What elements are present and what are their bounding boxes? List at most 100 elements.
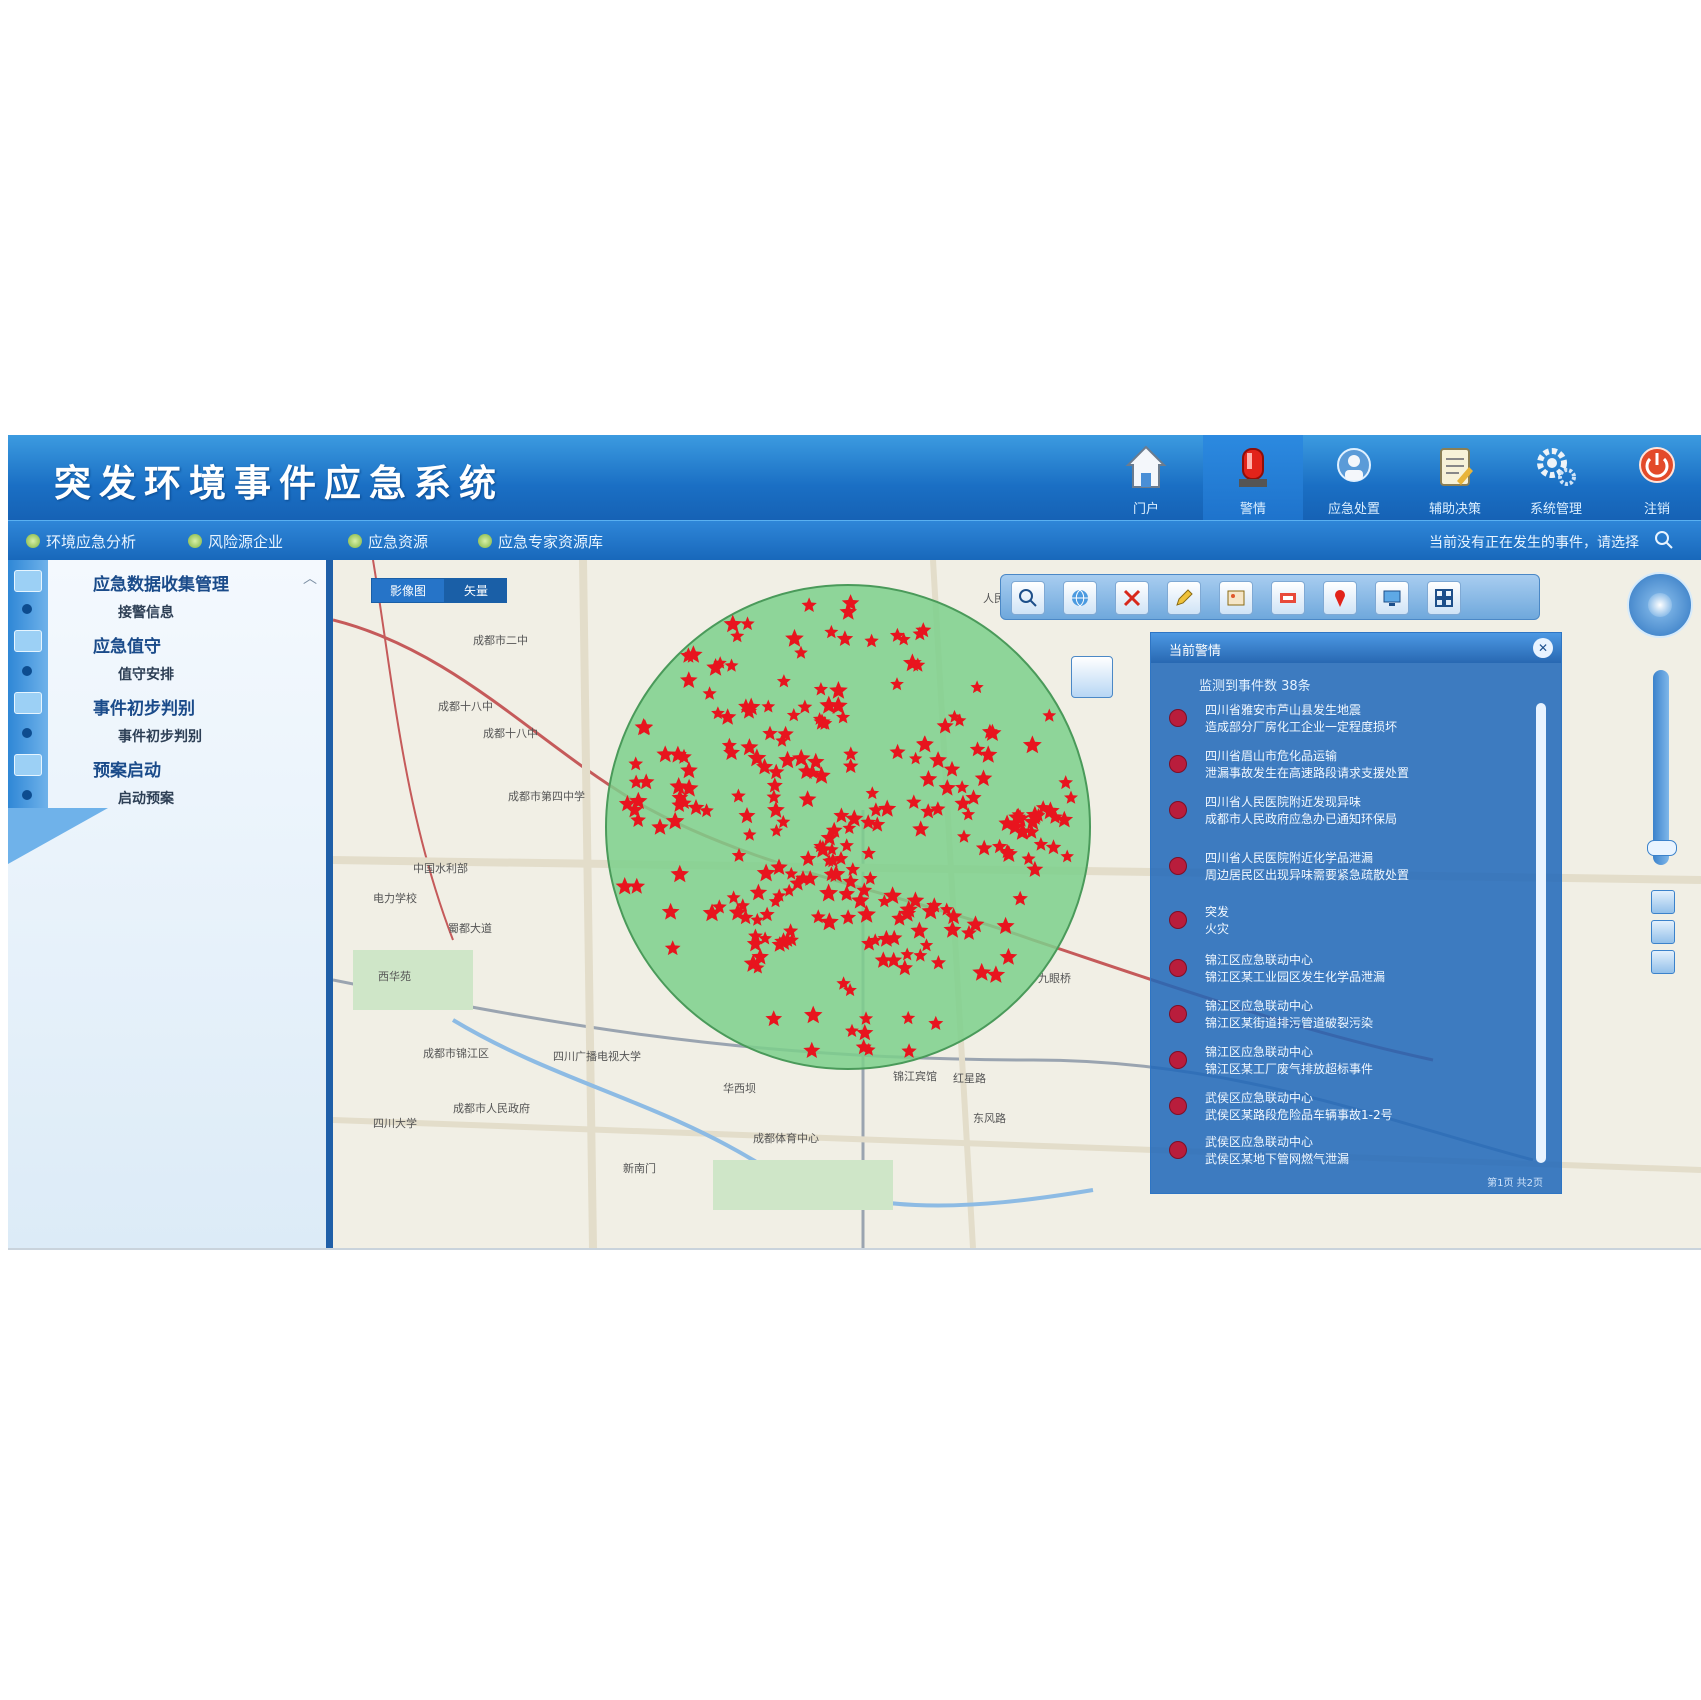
sub-toolbar: 环境应急分析 风险源企业 应急资源 应急专家资源库 当前没有正在发生的事件，请选…: [8, 520, 1701, 561]
zoom-minus-icon[interactable]: [1651, 950, 1675, 974]
power-icon: [1639, 447, 1675, 483]
bullet-icon: [22, 790, 32, 800]
alarm-info-panel: 当前警情 ✕ 监测到事件数 38条 四川省雅安市芦山县发生地震造成部分厂房化工企…: [1150, 632, 1562, 1194]
header-bar: 突发环境事件应急系统 门户 警情 应急处置 辅助决策 系统管理 注销: [8, 435, 1701, 520]
screen-tool[interactable]: [1375, 581, 1409, 615]
panel-title: 当前警情: [1169, 644, 1222, 659]
close-icon[interactable]: ✕: [1533, 638, 1553, 658]
collapse-arrow-icon[interactable]: ︿: [303, 568, 317, 588]
house-icon: [1125, 445, 1167, 488]
alarm-siren-icon: [1239, 448, 1267, 487]
event-title: 四川省人民医院附近化学品泄漏: [1205, 851, 1374, 865]
zoom-slider[interactable]: [1653, 670, 1669, 865]
menu-item-start-plan[interactable]: 启动预案: [118, 788, 174, 808]
card-icon[interactable]: [14, 692, 42, 714]
event-detail: 武侯区某路段危险品车辆事故1-2号: [1205, 1108, 1393, 1122]
menu-group-data[interactable]: 应急数据收集管理: [93, 570, 229, 595]
marker-icon: [1335, 590, 1345, 607]
image-icon: [1227, 590, 1245, 606]
nav-dispatch[interactable]: 应急处置: [1304, 435, 1404, 520]
alert-dot-icon: [1169, 911, 1187, 929]
subtab-analysis-label: 环境应急分析: [46, 532, 137, 551]
leaf-icon: [478, 534, 492, 548]
sidebar: ︿ 应急数据收集管理 接警信息 应急值守 值守安排 事件初步判别 事件初步判别 …: [8, 560, 326, 1248]
zoom-plus-icon[interactable]: [1651, 920, 1675, 944]
draw-tool[interactable]: [1167, 581, 1201, 615]
event-title: 四川省人民医院附近发现异味: [1205, 795, 1362, 809]
nav-alarm[interactable]: 警情: [1203, 435, 1303, 520]
nav-logout-label: 注销: [1643, 502, 1670, 517]
grid-tool[interactable]: [1427, 581, 1461, 615]
layer-toggle: 影像图 矢量: [371, 578, 508, 603]
alert-dot-icon: [1169, 801, 1187, 819]
event-title: 四川省眉山市危化品运输: [1205, 749, 1338, 763]
event-title: 四川省雅安市芦山县发生地震: [1205, 703, 1362, 717]
nav-portal-label: 门户: [1132, 502, 1159, 517]
leaf-icon: [26, 534, 40, 548]
app-title: 突发环境事件应急系统: [54, 461, 504, 505]
event-title: 武侯区应急联动中心: [1205, 1135, 1314, 1149]
menu-group-duty[interactable]: 应急值守: [93, 632, 161, 657]
event-detail: 锦江区某工业园区发生化学品泄漏: [1205, 970, 1386, 984]
panel-header: 当前警情 ✕: [1151, 633, 1561, 663]
subtab-resources[interactable]: 应急资源: [348, 530, 428, 552]
compass-center[interactable]: [1648, 593, 1672, 617]
menu-item-alarm-info[interactable]: 接警信息: [118, 602, 174, 622]
sidebar-icon-strip: [8, 560, 48, 808]
nav-dispatch-label: 应急处置: [1327, 502, 1380, 517]
leaf-icon: [188, 534, 202, 548]
event-detail: 武侯区某地下管网燃气泄漏: [1205, 1152, 1350, 1166]
alert-dot-icon: [1169, 857, 1187, 875]
event-title: 锦江区应急联动中心: [1205, 953, 1314, 967]
map-toolbar: [1000, 574, 1540, 620]
alert-dot-icon: [1169, 1051, 1187, 1069]
measure-tool[interactable]: [1271, 581, 1305, 615]
menu-item-identify[interactable]: 事件初步判别: [118, 726, 202, 746]
subtab-experts[interactable]: 应急专家资源库: [478, 530, 603, 552]
document-icon[interactable]: [14, 630, 42, 652]
nav-logout[interactable]: 注销: [1607, 435, 1701, 520]
bullet-icon: [22, 666, 32, 676]
globe-tool[interactable]: [1063, 581, 1097, 615]
sidebar-wedge: [8, 808, 108, 864]
globe-icon: [1072, 589, 1088, 607]
nav-decision-label: 辅助决策: [1428, 502, 1481, 517]
nav-decision[interactable]: 辅助决策: [1405, 435, 1505, 520]
zoom-slider-handle[interactable]: [1647, 840, 1677, 856]
folder-icon[interactable]: [14, 570, 42, 592]
marker-tool[interactable]: [1323, 581, 1357, 615]
screen-icon: [1383, 590, 1401, 606]
panel-scrollbar[interactable]: [1536, 703, 1546, 1163]
clear-tool[interactable]: [1115, 581, 1149, 615]
alert-dot-icon: [1169, 1097, 1187, 1115]
measure-icon: [1280, 593, 1296, 603]
screen-icon[interactable]: [14, 754, 42, 776]
nav-alarm-label: 警情: [1239, 502, 1266, 517]
splitter[interactable]: [326, 560, 333, 1248]
image-tool[interactable]: [1219, 581, 1253, 615]
dispatch-icon: [1337, 448, 1371, 482]
menu-group-identify[interactable]: 事件初步判别: [93, 694, 195, 719]
event-title: 锦江区应急联动中心: [1205, 1045, 1314, 1059]
nav-portal[interactable]: 门户: [1096, 435, 1196, 520]
app-window: 突发环境事件应急系统 门户 警情 应急处置 辅助决策 系统管理 注销 环境应急分…: [8, 435, 1701, 1250]
subtab-risk-source[interactable]: 风险源企业: [188, 530, 283, 552]
nav-system[interactable]: 系统管理: [1506, 435, 1606, 520]
alert-dot-icon: [1169, 755, 1187, 773]
pan-hand-icon[interactable]: [1651, 890, 1675, 914]
layer-image-button[interactable]: 影像图: [371, 578, 446, 603]
subtab-analysis[interactable]: 环境应急分析: [26, 530, 136, 552]
zoom-tool[interactable]: [1011, 581, 1045, 615]
compass-icon[interactable]: [1627, 572, 1693, 638]
menu-group-plan[interactable]: 预案启动: [93, 756, 161, 781]
event-count: 监测到事件数 38条: [1199, 679, 1311, 694]
search-icon[interactable]: [1653, 529, 1675, 551]
panel-toggle-icon[interactable]: [1071, 656, 1113, 698]
event-detail: 成都市人民政府应急办已通知环保局: [1205, 812, 1398, 826]
event-title: 武侯区应急联动中心: [1205, 1091, 1314, 1105]
nav-system-label: 系统管理: [1529, 502, 1582, 517]
menu-item-duty-schedule[interactable]: 值守安排: [118, 664, 174, 684]
layer-vector-button[interactable]: 矢量: [445, 578, 508, 603]
map-view[interactable]: 成都市二中 人民北路 成都十八中 成都十八中 成都市第四中学 中国水利部 电力学…: [333, 560, 1701, 1248]
event-detail: 造成部分厂房化工企业一定程度损坏: [1205, 720, 1398, 734]
